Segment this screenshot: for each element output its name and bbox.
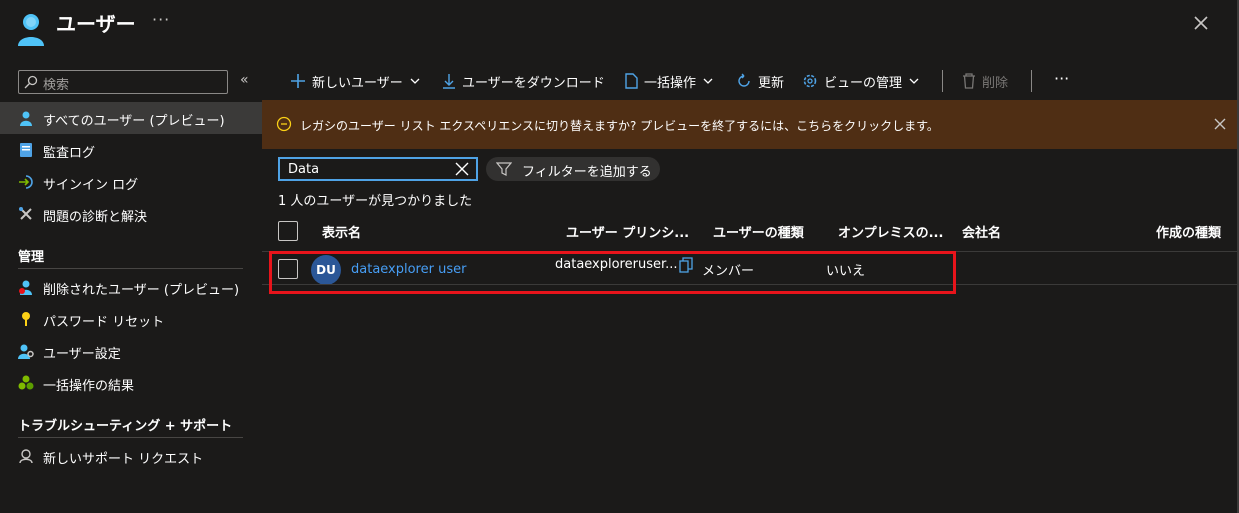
section-divider (18, 268, 243, 269)
manage-view-button[interactable]: ビューの管理 (802, 70, 920, 92)
refresh-button[interactable]: 更新 (736, 70, 784, 92)
sidebar-item-label: 一括操作の結果 (43, 379, 135, 394)
bulk-label: 一括操作 (644, 75, 697, 91)
result-count: 1 人のユーザーが見つかりました (278, 194, 473, 209)
sign-in-icon (19, 175, 33, 189)
deleted-user-icon (19, 280, 32, 295)
delete-label: 削除 (982, 75, 1009, 91)
blade-header: ユーザー ··· (0, 0, 1239, 56)
page-title: ユーザー (56, 12, 136, 36)
trash-icon (963, 73, 975, 89)
clear-icon[interactable] (455, 162, 469, 176)
sidebar-item-label: サインイン ログ (43, 178, 139, 193)
download-icon (443, 74, 455, 89)
close-icon[interactable] (1190, 12, 1212, 34)
command-bar: 新しいユーザー ユーザーをダウンロード 一括操作 更新 ビューの管理 削除 ··… (262, 62, 1239, 98)
toolbar-more-button[interactable]: ··· (1054, 67, 1069, 89)
select-all-checkbox[interactable] (278, 221, 298, 241)
sidebar-item-password-reset[interactable]: パスワード リセット (0, 303, 262, 335)
download-label: ユーザーをダウンロード (462, 75, 605, 91)
banner-text[interactable]: レガシのユーザー リスト エクスペリエンスに切り替えますか? プレビューを終了す… (300, 117, 939, 134)
chevron-down-icon (410, 78, 420, 84)
sidebar-item-new-support-request[interactable]: 新しいサポート リクエスト (0, 440, 262, 472)
section-title-support: トラブルシューティング + サポート (18, 419, 233, 434)
column-header-creation-type[interactable]: 作成の種類 (1156, 222, 1221, 241)
key-icon (22, 312, 30, 326)
column-header-on-premises[interactable]: オンプレミスの... (838, 222, 943, 241)
sidebar-item-label: ユーザー設定 (43, 347, 121, 362)
bulk-results-icon (18, 375, 34, 390)
download-users-button[interactable]: ユーザーをダウンロード (442, 70, 605, 92)
column-header-user-type[interactable]: ユーザーの種類 (713, 222, 804, 241)
sidebar-item-label: 削除されたユーザー (プレビュー) (43, 283, 240, 298)
sidebar-item-sign-in-log[interactable]: サインイン ログ (0, 166, 262, 198)
gear-icon (803, 74, 817, 88)
toolbar-separator (1031, 70, 1032, 92)
search-value: Data (288, 162, 320, 177)
new-user-button[interactable]: 新しいユーザー (290, 70, 421, 92)
sidebar-item-label: 問題の診断と解決 (43, 210, 148, 225)
refresh-icon (738, 73, 750, 87)
refresh-label: 更新 (758, 75, 785, 91)
section-divider (18, 437, 243, 438)
column-header-display-name[interactable]: 表示名 (322, 222, 361, 241)
bulk-document-icon (625, 73, 638, 89)
audit-log-icon (20, 143, 32, 157)
sidebar-item-label: すべてのユーザー (プレビュー) (43, 114, 225, 129)
sidebar-item-diagnose[interactable]: 問題の診断と解決 (0, 198, 262, 230)
manage-view-label: ビューの管理 (824, 75, 903, 91)
search-icon (24, 75, 38, 89)
search-placeholder: 検索 (43, 78, 70, 93)
sidebar-item-audit-log[interactable]: 監査ログ (0, 134, 262, 166)
bulk-operations-button[interactable]: 一括操作 (624, 70, 714, 92)
sidebar-item-label: パスワード リセット (43, 315, 165, 330)
chevron-down-icon (909, 78, 919, 84)
users-icon (18, 14, 44, 46)
sidebar-item-label: 新しいサポート リクエスト (43, 452, 204, 467)
user-icon (20, 111, 32, 126)
chevron-down-icon (703, 78, 713, 84)
column-header-company[interactable]: 会社名 (962, 222, 1001, 241)
sidebar-item-all-users[interactable]: すべてのユーザー (プレビュー) (0, 102, 262, 134)
plus-icon (291, 74, 305, 88)
highlight-annotation (269, 251, 956, 294)
sidebar-search-input[interactable]: 検索 (18, 70, 228, 94)
sidebar-item-deleted-users[interactable]: 削除されたユーザー (プレビュー) (0, 271, 262, 303)
preview-banner[interactable]: レガシのユーザー リスト エクスペリエンスに切り替えますか? プレビューを終了す… (262, 100, 1239, 149)
add-filter-button[interactable]: フィルターを追加する (486, 157, 660, 181)
add-filter-label: フィルターを追加する (522, 165, 652, 180)
header-more-button[interactable]: ··· (152, 10, 170, 29)
warning-circle-icon (276, 116, 292, 132)
sidebar-item-bulk-results[interactable]: 一括操作の結果 (0, 367, 262, 399)
collapse-sidebar-button[interactable]: « (240, 72, 249, 88)
section-title-manage: 管理 (18, 250, 45, 265)
toolbar-separator (942, 70, 943, 92)
filter-icon (496, 162, 512, 176)
wrench-icon (19, 207, 32, 220)
delete-button[interactable]: 削除 (962, 70, 1008, 92)
user-settings-icon (18, 344, 34, 359)
sidebar-item-label: 監査ログ (43, 146, 96, 161)
new-user-label: 新しいユーザー (312, 75, 403, 91)
user-search-input[interactable]: Data (278, 157, 478, 181)
close-icon[interactable] (1212, 116, 1228, 132)
support-icon (19, 449, 33, 464)
sidebar-item-user-settings[interactable]: ユーザー設定 (0, 335, 262, 367)
column-header-upn[interactable]: ユーザー プリンシ... (566, 222, 689, 241)
sidebar: 検索 « すべてのユーザー (プレビュー) 監査ログ サインイン ログ 問題の診… (0, 60, 262, 513)
